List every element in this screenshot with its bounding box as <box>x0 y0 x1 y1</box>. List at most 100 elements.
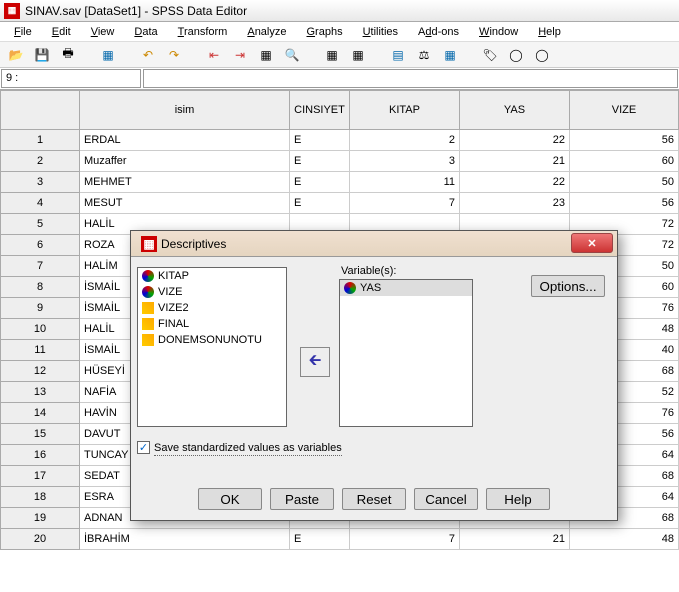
reset-button[interactable]: Reset <box>342 488 406 510</box>
row-header[interactable]: 4 <box>0 193 80 214</box>
menu-transform[interactable]: Transform <box>170 24 236 40</box>
cell-vize[interactable]: 56 <box>570 130 679 151</box>
row-header[interactable]: 12 <box>0 361 80 382</box>
cell-cinsiyet[interactable]: E <box>290 172 350 193</box>
row-header[interactable]: 2 <box>0 151 80 172</box>
cell-value-input[interactable] <box>143 69 678 88</box>
row-header[interactable]: 3 <box>0 172 80 193</box>
value-labels-icon[interactable]: 🏷 <box>480 45 500 65</box>
cell-isim[interactable]: MEHMET <box>80 172 290 193</box>
goto-case-icon[interactable]: ⇤ <box>204 45 224 65</box>
save-icon[interactable]: 💾 <box>32 45 52 65</box>
paste-button[interactable]: Paste <box>270 488 334 510</box>
dialog-recall-icon[interactable]: ▦ <box>98 45 118 65</box>
menu-window[interactable]: Window <box>471 24 526 40</box>
cancel-button[interactable]: Cancel <box>414 488 478 510</box>
menu-view[interactable]: View <box>83 24 123 40</box>
row-header[interactable]: 19 <box>0 508 80 529</box>
row-header[interactable]: 1 <box>0 130 80 151</box>
scale-icon <box>142 286 154 298</box>
row-header[interactable]: 16 <box>0 445 80 466</box>
menu-data[interactable]: Data <box>126 24 165 40</box>
variables-icon[interactable]: ▦ <box>256 45 276 65</box>
move-left-button[interactable]: 🡰 <box>300 347 330 377</box>
col-header-kitap[interactable]: KITAP <box>350 90 460 130</box>
close-button[interactable]: ✕ <box>571 233 613 253</box>
row-header[interactable]: 6 <box>0 235 80 256</box>
cell-cinsiyet[interactable]: E <box>290 151 350 172</box>
print-icon[interactable]: 🖶 <box>58 45 78 65</box>
cell-yas[interactable]: 23 <box>460 193 570 214</box>
menu-analyze[interactable]: Analyze <box>239 24 294 40</box>
title-bar: ▦ SINAV.sav [DataSet1] - SPSS Data Edito… <box>0 0 679 22</box>
row-header[interactable]: 9 <box>0 298 80 319</box>
cell-kitap[interactable]: 11 <box>350 172 460 193</box>
cell-kitap[interactable]: 7 <box>350 529 460 550</box>
row-header[interactable]: 10 <box>0 319 80 340</box>
cell-kitap[interactable]: 2 <box>350 130 460 151</box>
col-header-cinsiyet[interactable]: CINSIYET <box>290 90 350 130</box>
cell-cinsiyet[interactable]: E <box>290 529 350 550</box>
cell-vize[interactable]: 50 <box>570 172 679 193</box>
row-header[interactable]: 15 <box>0 424 80 445</box>
cell-kitap[interactable]: 3 <box>350 151 460 172</box>
row-header[interactable]: 7 <box>0 256 80 277</box>
menu-graphs[interactable]: Graphs <box>298 24 350 40</box>
select-icon[interactable]: ▦ <box>440 45 460 65</box>
cell-vize[interactable]: 56 <box>570 193 679 214</box>
cell-cinsiyet[interactable]: E <box>290 193 350 214</box>
weight-icon[interactable]: ⚖ <box>414 45 434 65</box>
options-button[interactable]: Options... <box>531 275 605 297</box>
row-header[interactable]: 5 <box>0 214 80 235</box>
list-item: VIZE <box>138 284 286 300</box>
find-icon[interactable]: 🔍 <box>282 45 302 65</box>
cell-yas[interactable]: 22 <box>460 130 570 151</box>
table-row: 20İBRAHİME72148 <box>0 529 679 550</box>
selected-vars-list[interactable]: YAS <box>339 279 473 427</box>
help-button[interactable]: Help <box>486 488 550 510</box>
list-item: VIZE2 <box>138 300 286 316</box>
cell-isim[interactable]: Muzaffer <box>80 151 290 172</box>
cell-isim[interactable]: ERDAL <box>80 130 290 151</box>
menu-utilities[interactable]: Utilities <box>355 24 406 40</box>
use-sets-icon[interactable]: ◯ <box>506 45 526 65</box>
undo-icon[interactable]: ↶ <box>138 45 158 65</box>
sets-icon[interactable]: ◯ <box>532 45 552 65</box>
cell-yas[interactable]: 21 <box>460 529 570 550</box>
table-row: 3MEHMETE112250 <box>0 172 679 193</box>
cell-isim[interactable]: MESUT <box>80 193 290 214</box>
insert-case-icon[interactable]: ▦ <box>322 45 342 65</box>
row-header[interactable]: 17 <box>0 466 80 487</box>
split-icon[interactable]: ▤ <box>388 45 408 65</box>
open-icon[interactable]: 📂 <box>6 45 26 65</box>
menu-addons[interactable]: Add-ons <box>410 24 467 40</box>
row-header[interactable]: 11 <box>0 340 80 361</box>
cell-kitap[interactable]: 7 <box>350 193 460 214</box>
available-vars-list[interactable]: KITAP VIZE VIZE2 FINAL DONEMSONUNOTU <box>137 267 287 427</box>
col-header-vize[interactable]: VIZE <box>570 90 679 130</box>
cell-vize[interactable]: 60 <box>570 151 679 172</box>
row-header[interactable]: 18 <box>0 487 80 508</box>
cell-isim[interactable]: İBRAHİM <box>80 529 290 550</box>
insert-var-icon[interactable]: ▦ <box>348 45 368 65</box>
ok-button[interactable]: OK <box>198 488 262 510</box>
menu-edit[interactable]: Edit <box>44 24 79 40</box>
descriptives-dialog: ▦ Descriptives ✕ KITAP VIZE VIZE2 FINAL … <box>130 230 618 521</box>
row-header[interactable]: 14 <box>0 403 80 424</box>
col-header-isim[interactable]: isim <box>80 90 290 130</box>
row-header[interactable]: 8 <box>0 277 80 298</box>
cell-cinsiyet[interactable]: E <box>290 130 350 151</box>
cell-address[interactable]: 9 : <box>1 69 141 88</box>
save-z-checkbox[interactable]: ✓ <box>137 441 150 454</box>
goto-var-icon[interactable]: ⇥ <box>230 45 250 65</box>
row-header[interactable]: 13 <box>0 382 80 403</box>
menu-help[interactable]: Help <box>530 24 569 40</box>
row-header[interactable]: 20 <box>0 529 80 550</box>
cell-vize[interactable]: 48 <box>570 529 679 550</box>
menu-file[interactable]: File <box>6 24 40 40</box>
list-item: YAS <box>340 280 472 296</box>
col-header-yas[interactable]: YAS <box>460 90 570 130</box>
redo-icon[interactable]: ↷ <box>164 45 184 65</box>
cell-yas[interactable]: 22 <box>460 172 570 193</box>
cell-yas[interactable]: 21 <box>460 151 570 172</box>
